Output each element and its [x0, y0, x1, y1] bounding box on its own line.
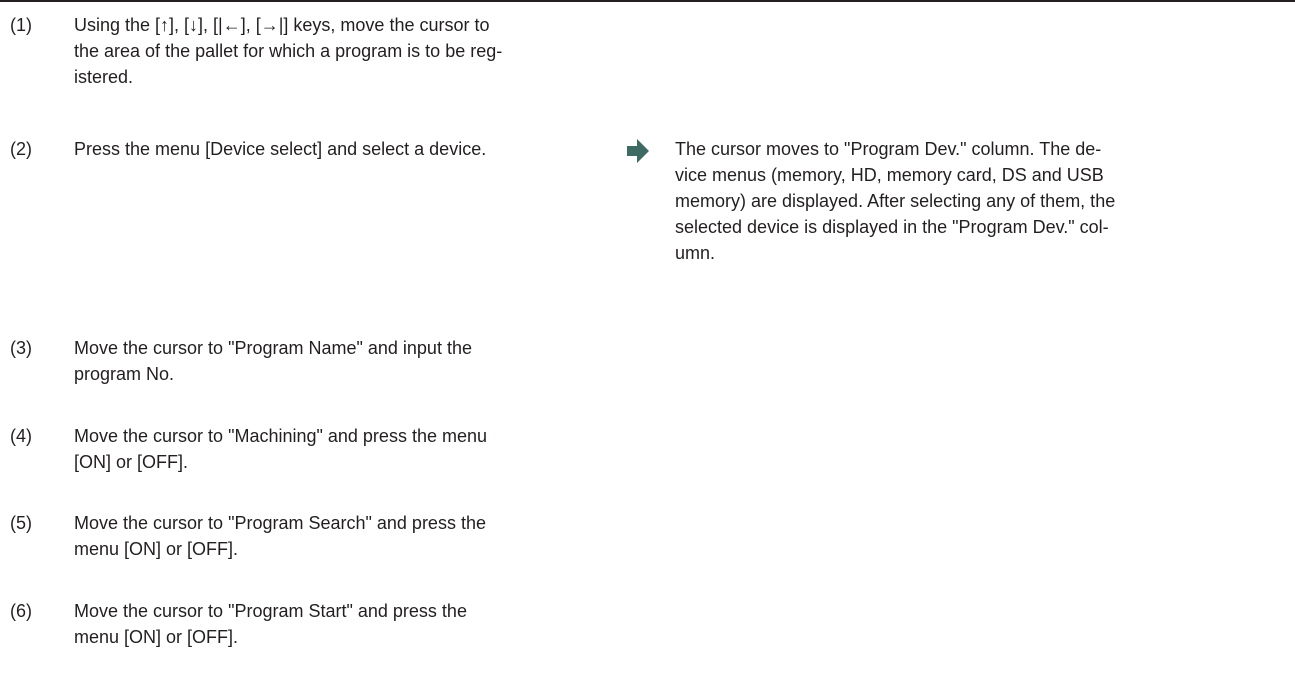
- step-number: (5): [10, 513, 32, 533]
- step-instruction: Move the cursor to "Machining" and press…: [74, 423, 644, 475]
- step-number: (4): [10, 426, 32, 446]
- instruction-line: Move the cursor to "Program Start" and p…: [74, 601, 467, 621]
- step-instruction: Move the cursor to "Program Name" and in…: [74, 335, 644, 387]
- result-line: memory) are displayed. After selecting a…: [675, 191, 1116, 211]
- step-instruction: Using the [↑], [↓], [|←], [→|] keys, mov…: [74, 12, 644, 90]
- step-number: (2): [10, 139, 32, 159]
- step-number: (6): [10, 601, 32, 621]
- instruction-line: Using the [↑], [↓], [|←], [→|] keys, mov…: [74, 15, 490, 35]
- step-number: (1): [10, 15, 32, 35]
- step-number: (3): [10, 338, 32, 358]
- step-instruction: Press the menu [Device select] and selec…: [74, 136, 644, 162]
- instruction-line: Press the menu [Device select] and selec…: [74, 139, 487, 159]
- right-arrow-icon: [627, 139, 649, 163]
- result-line: vice menus (memory, HD, memory card, DS …: [675, 165, 1104, 185]
- result-line: selected device is displayed in the "Pro…: [675, 217, 1109, 237]
- instruction-line: Move the cursor to "Program Name" and in…: [74, 338, 472, 358]
- instruction-line: Move the cursor to "Program Search" and …: [74, 513, 486, 533]
- instruction-line: istered.: [74, 67, 134, 87]
- step-result: The cursor moves to "Program Dev." colum…: [675, 136, 1275, 266]
- instruction-line: the area of the pallet for which a progr…: [74, 41, 503, 61]
- step-instruction: Move the cursor to "Program Start" and p…: [74, 598, 644, 650]
- top-rule: [0, 0, 1295, 2]
- step-instruction: Move the cursor to "Program Search" and …: [74, 510, 644, 562]
- instruction-line: menu [ON] or [OFF].: [74, 627, 239, 647]
- result-line: The cursor moves to "Program Dev." colum…: [675, 139, 1102, 159]
- instruction-line: program No.: [74, 364, 175, 384]
- instruction-line: [ON] or [OFF].: [74, 452, 189, 472]
- instruction-line: menu [ON] or [OFF].: [74, 539, 239, 559]
- result-line: umn.: [675, 243, 716, 263]
- instruction-line: Move the cursor to "Machining" and press…: [74, 426, 487, 446]
